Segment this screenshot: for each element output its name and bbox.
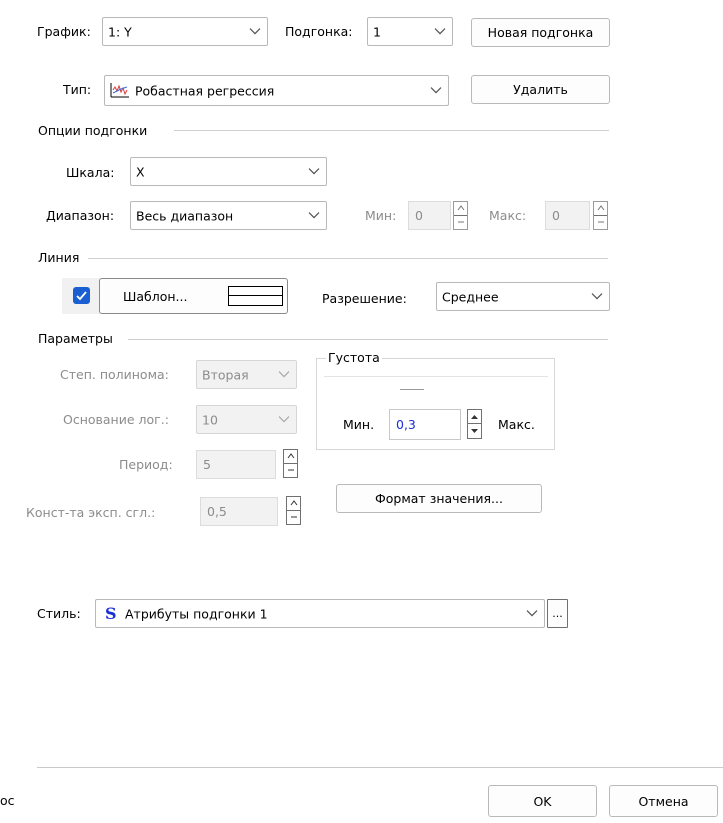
fit-label: Подгонка:: [285, 24, 353, 39]
chevron-down-icon: [430, 86, 442, 93]
density-spinner[interactable]: [467, 409, 482, 439]
range-max-field[interactable]: 0: [545, 201, 590, 230]
style-s-icon: S: [105, 604, 117, 623]
cancel-button[interactable]: Отмена: [609, 785, 718, 817]
exp-smooth-spinner[interactable]: [286, 496, 301, 525]
period-field[interactable]: 5: [196, 450, 276, 479]
scale-label: Шкала:: [66, 165, 115, 180]
template-button-label: Шаблон...: [123, 288, 188, 304]
exp-smooth-label: Конст-та эксп. сгл.:: [26, 505, 156, 520]
footer-divider: [37, 767, 723, 768]
chevron-down-icon: [278, 415, 290, 422]
params-title: Параметры: [38, 331, 113, 346]
poly-degree-select[interactable]: Вторая: [196, 360, 297, 389]
format-value-button[interactable]: Формат значения...: [336, 484, 542, 513]
graph-label: График:: [37, 24, 91, 39]
spin-down-icon[interactable]: [468, 424, 481, 438]
chevron-down-icon: [434, 27, 446, 34]
range-min-spinner[interactable]: [453, 201, 468, 230]
range-max-label: Макс:: [489, 208, 527, 223]
chevron-down-icon: [526, 609, 538, 616]
checkmark-icon: [76, 291, 87, 301]
density-field[interactable]: 0,3: [389, 409, 461, 440]
graph-select[interactable]: 1: Y: [102, 17, 268, 46]
spin-up-icon[interactable]: [594, 202, 607, 216]
spin-down-icon[interactable]: [594, 216, 607, 230]
exp-smooth-field[interactable]: 0,5: [200, 497, 278, 526]
spin-up-icon[interactable]: [284, 450, 297, 464]
line-divider: [88, 258, 608, 259]
type-label: Тип:: [63, 82, 92, 97]
line-style-preview-icon: [228, 286, 283, 306]
spin-down-icon[interactable]: [454, 216, 467, 230]
chevron-down-icon: [308, 211, 320, 218]
resolution-select[interactable]: Среднее: [436, 282, 610, 311]
density-slider-marker[interactable]: [400, 389, 424, 390]
ok-button[interactable]: OK: [488, 785, 597, 817]
fit-options-divider: [174, 130, 609, 131]
log-base-value: 10: [202, 412, 218, 427]
log-base-select[interactable]: 10: [196, 405, 297, 434]
chevron-down-icon: [249, 27, 261, 34]
period-label: Период:: [119, 457, 173, 472]
chevron-down-icon: [308, 167, 320, 174]
type-select-value: Робастная регрессия: [135, 83, 275, 98]
resolution-select-value: Среднее: [442, 289, 499, 304]
fit-options-title: Опции подгонки: [38, 123, 148, 138]
spin-down-icon[interactable]: [287, 511, 300, 525]
range-select[interactable]: Весь диапазон: [130, 201, 327, 230]
chevron-down-icon: [278, 370, 290, 377]
scale-select-value: X: [136, 164, 145, 179]
resolution-label: Разрешение:: [322, 291, 407, 306]
style-select[interactable]: S Атрибуты подгонки 1: [95, 599, 545, 628]
line-checkbox[interactable]: [73, 287, 90, 304]
spin-up-icon[interactable]: [454, 202, 467, 216]
line-title: Линия: [38, 250, 80, 265]
footer-left-fragment[interactable]: ос: [0, 793, 15, 808]
poly-degree-value: Вторая: [202, 367, 249, 382]
poly-degree-label: Степ. полинома:: [60, 367, 169, 382]
period-spinner[interactable]: [283, 449, 298, 478]
delete-button[interactable]: Удалить: [471, 75, 610, 104]
chevron-down-icon: [591, 292, 603, 299]
range-min-field[interactable]: 0: [408, 201, 451, 230]
scale-select[interactable]: X: [130, 157, 327, 186]
new-fit-button[interactable]: Новая подгонка: [471, 18, 610, 47]
range-label: Диапазон:: [46, 208, 115, 223]
density-title: Густота: [326, 350, 382, 365]
style-label: Стиль:: [37, 606, 81, 621]
log-base-label: Основание лог.:: [63, 412, 169, 427]
robust-regression-icon: [109, 81, 131, 99]
graph-select-value: 1: Y: [108, 24, 132, 39]
template-button[interactable]: Шаблон...: [99, 278, 288, 314]
density-max-label: Макс.: [498, 417, 535, 432]
style-more-button[interactable]: ...: [547, 599, 568, 628]
style-select-value: Атрибуты подгонки 1: [125, 606, 268, 621]
spin-up-icon[interactable]: [287, 497, 300, 511]
range-min-label: Мин:: [365, 208, 397, 223]
spin-up-icon[interactable]: [468, 410, 481, 424]
spin-down-icon[interactable]: [284, 464, 297, 478]
density-track: [324, 376, 548, 377]
range-select-value: Весь диапазон: [136, 208, 234, 223]
params-divider: [128, 339, 608, 340]
fit-select[interactable]: 1: [367, 17, 453, 46]
density-min-label: Мин.: [343, 417, 375, 432]
range-max-spinner[interactable]: [593, 201, 608, 230]
fit-select-value: 1: [373, 24, 381, 39]
type-select[interactable]: Робастная регрессия: [104, 75, 449, 106]
